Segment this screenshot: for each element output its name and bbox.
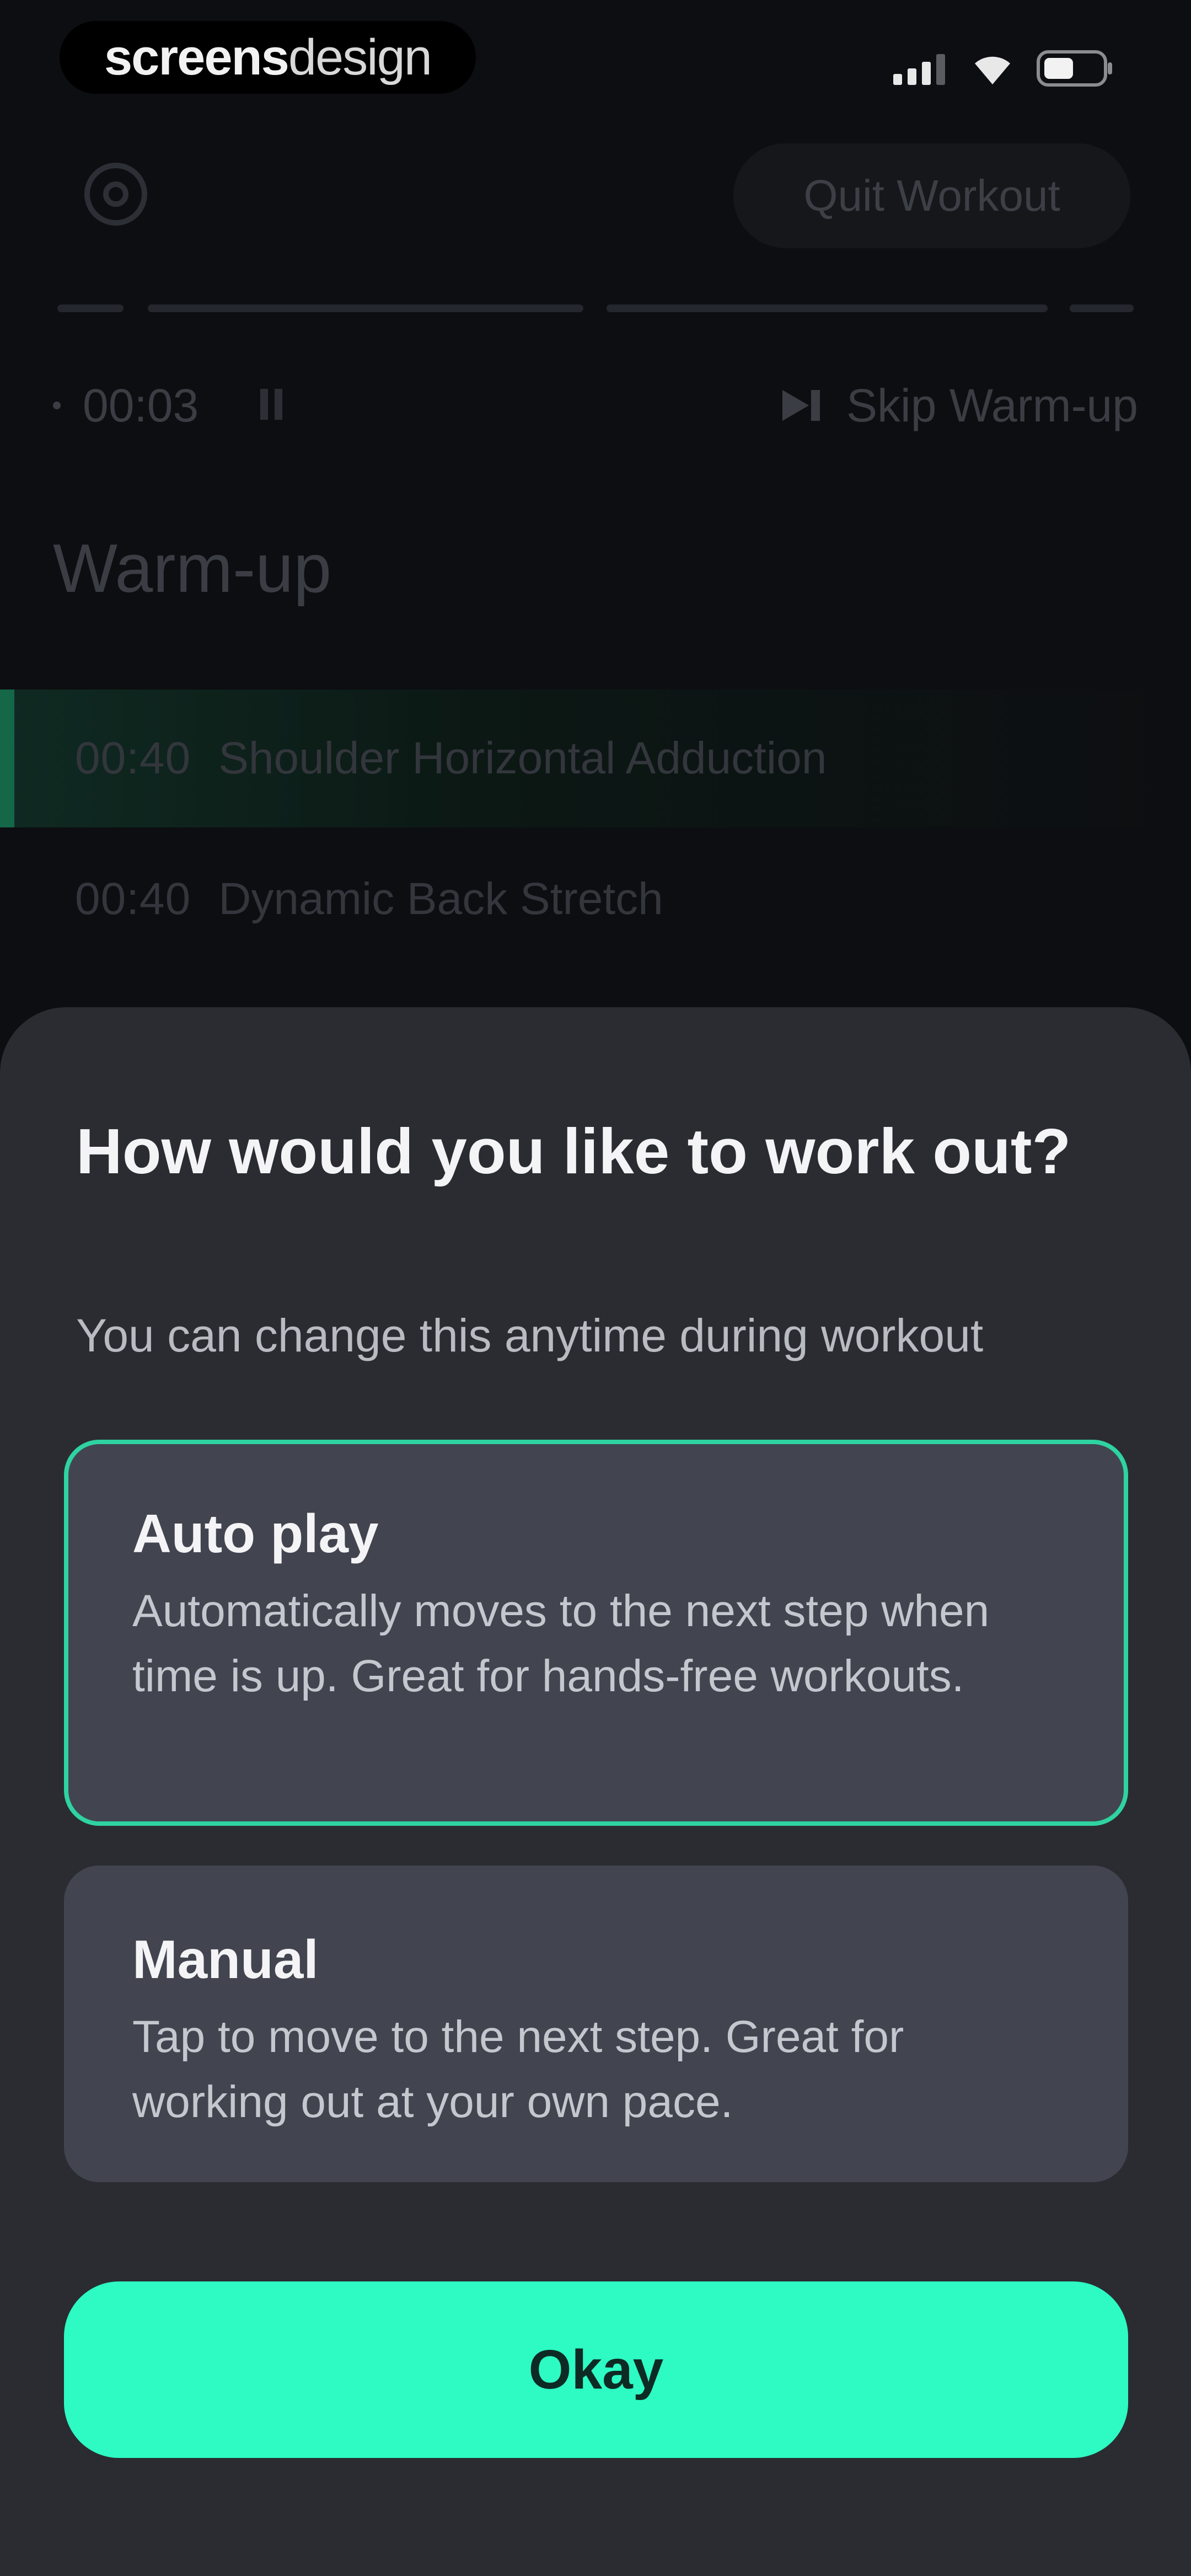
option-description: Automatically moves to the next step whe… <box>132 1586 990 1701</box>
sheet-subtitle: You can change this anytime during worko… <box>76 1310 984 1361</box>
workout-screen: Quit Workout 00:03 Skip Warm-up Warm-up … <box>0 0 1191 2576</box>
sheet-title: How would you like to work out? <box>76 1115 1071 1187</box>
option-manual[interactable]: Manual Tap to move to the next step. Gre… <box>64 1866 1128 2182</box>
okay-button[interactable]: Okay <box>64 2281 1128 2458</box>
option-title: Manual <box>132 1929 319 1990</box>
option-description: Tap to move to the next step. Great for … <box>132 2012 904 2127</box>
option-auto-play[interactable]: Auto play Automatically moves to the nex… <box>64 1440 1128 1826</box>
workout-mode-sheet: How would you like to work out? You can … <box>0 1007 1191 2576</box>
option-title: Auto play <box>132 1503 379 1564</box>
